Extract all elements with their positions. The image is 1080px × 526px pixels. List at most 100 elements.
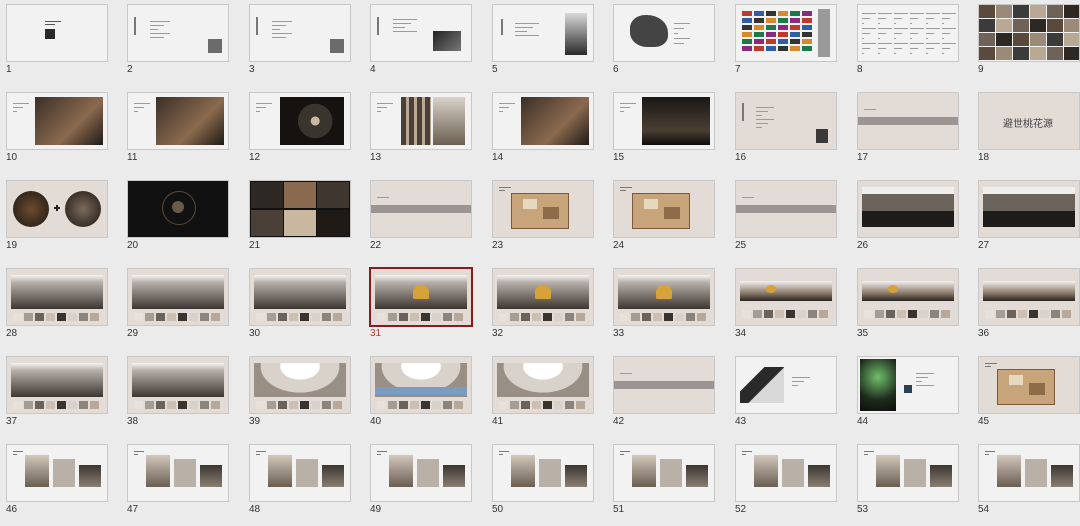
slide-thumbnail-9[interactable]: 9 xyxy=(978,4,1080,86)
slide-preview[interactable] xyxy=(857,92,959,150)
slide-thumbnail-8[interactable]: 8 xyxy=(857,4,959,86)
slide-preview[interactable] xyxy=(370,4,472,62)
slide-thumbnail-51[interactable]: 51 xyxy=(613,444,715,526)
slide-preview[interactable] xyxy=(370,180,472,238)
slide-preview[interactable] xyxy=(249,92,351,150)
slide-preview[interactable] xyxy=(978,268,1080,326)
slide-thumbnail-34[interactable]: 34 xyxy=(735,268,837,350)
slide-thumbnail-47[interactable]: 47 xyxy=(127,444,229,526)
slide-preview[interactable] xyxy=(978,444,1080,502)
slide-thumbnail-43[interactable]: 43 xyxy=(735,356,837,438)
slide-preview[interactable] xyxy=(735,444,837,502)
slide-thumbnail-28[interactable]: 28 xyxy=(6,268,108,350)
slide-preview[interactable] xyxy=(6,268,108,326)
slide-thumbnail-50[interactable]: 50 xyxy=(492,444,594,526)
slide-preview[interactable] xyxy=(857,4,959,62)
slide-preview[interactable] xyxy=(370,92,472,150)
slide-thumbnail-21[interactable]: 21 xyxy=(249,180,351,262)
slide-thumbnail-16[interactable]: 16 xyxy=(735,92,837,174)
slide-preview[interactable] xyxy=(735,268,837,326)
slide-thumbnail-49[interactable]: 49 xyxy=(370,444,472,526)
slide-preview[interactable] xyxy=(127,4,229,62)
slide-thumbnail-37[interactable]: 37 xyxy=(6,356,108,438)
slide-preview[interactable] xyxy=(127,444,229,502)
slide-thumbnail-44[interactable]: 44 xyxy=(857,356,959,438)
slide-preview[interactable] xyxy=(857,356,959,414)
slide-thumbnail-11[interactable]: 11 xyxy=(127,92,229,174)
slide-thumbnail-52[interactable]: 52 xyxy=(735,444,837,526)
slide-preview[interactable] xyxy=(492,92,594,150)
slide-preview[interactable] xyxy=(613,268,715,326)
slide-preview[interactable] xyxy=(735,356,837,414)
slide-preview[interactable] xyxy=(857,180,959,238)
slide-thumbnail-46[interactable]: 46 xyxy=(6,444,108,526)
slide-thumbnail-18[interactable]: 避世桃花源 18 xyxy=(978,92,1080,174)
slide-thumbnail-3[interactable]: 3 xyxy=(249,4,351,86)
slide-thumbnail-29[interactable]: 29 xyxy=(127,268,229,350)
slide-thumbnail-19[interactable]: 19 xyxy=(6,180,108,262)
slide-preview[interactable] xyxy=(613,92,715,150)
slide-preview[interactable] xyxy=(492,268,594,326)
slide-thumbnail-2[interactable]: 2 xyxy=(127,4,229,86)
slide-preview[interactable] xyxy=(857,444,959,502)
slide-preview[interactable] xyxy=(492,180,594,238)
slide-thumbnail-5[interactable]: 5 xyxy=(492,4,594,86)
slide-thumbnail-35[interactable]: 35 xyxy=(857,268,959,350)
slide-preview[interactable] xyxy=(6,356,108,414)
slide-thumbnail-23[interactable]: 23 xyxy=(492,180,594,262)
slide-preview[interactable] xyxy=(613,356,715,414)
slide-preview[interactable] xyxy=(369,267,473,327)
slide-preview[interactable] xyxy=(127,356,229,414)
slide-preview[interactable] xyxy=(613,444,715,502)
slide-preview[interactable] xyxy=(978,180,1080,238)
slide-thumbnail-15[interactable]: 15 xyxy=(613,92,715,174)
slide-thumbnail-48[interactable]: 48 xyxy=(249,444,351,526)
slide-thumbnail-13[interactable]: 13 xyxy=(370,92,472,174)
slide-preview[interactable] xyxy=(127,268,229,326)
slide-preview[interactable] xyxy=(249,444,351,502)
slide-thumbnail-53[interactable]: 53 xyxy=(857,444,959,526)
slide-thumbnail-31[interactable]: 31 xyxy=(369,267,473,350)
slide-preview[interactable] xyxy=(127,92,229,150)
slide-thumbnail-4[interactable]: 4 xyxy=(370,4,472,86)
slide-thumbnail-17[interactable]: 17 xyxy=(857,92,959,174)
slide-thumbnail-42[interactable]: 42 xyxy=(613,356,715,438)
slide-preview[interactable] xyxy=(6,4,108,62)
slide-preview[interactable] xyxy=(127,180,229,238)
slide-thumbnail-32[interactable]: 32 xyxy=(492,268,594,350)
slide-preview[interactable] xyxy=(6,444,108,502)
slide-thumbnail-36[interactable]: 36 xyxy=(978,268,1080,350)
slide-thumbnail-30[interactable]: 30 xyxy=(249,268,351,350)
slide-thumbnail-39[interactable]: 39 xyxy=(249,356,351,438)
slide-preview[interactable] xyxy=(370,356,472,414)
slide-preview[interactable] xyxy=(735,4,837,62)
slide-preview[interactable] xyxy=(370,444,472,502)
slide-thumbnail-6[interactable]: 6 xyxy=(613,4,715,86)
slide-preview[interactable] xyxy=(492,356,594,414)
slide-thumbnail-33[interactable]: 33 xyxy=(613,268,715,350)
slide-preview[interactable] xyxy=(735,92,837,150)
slide-preview[interactable] xyxy=(857,268,959,326)
slide-thumbnail-41[interactable]: 41 xyxy=(492,356,594,438)
slide-preview[interactable] xyxy=(613,4,715,62)
slide-thumbnail-38[interactable]: 38 xyxy=(127,356,229,438)
slide-thumbnail-10[interactable]: 10 xyxy=(6,92,108,174)
slide-preview[interactable] xyxy=(6,180,108,238)
slide-preview[interactable] xyxy=(249,180,351,238)
slide-thumbnail-7[interactable]: 7 xyxy=(735,4,837,86)
slide-preview[interactable] xyxy=(249,356,351,414)
slide-thumbnail-25[interactable]: 25 xyxy=(735,180,837,262)
slide-thumbnail-54[interactable]: 54 xyxy=(978,444,1080,526)
slide-preview[interactable] xyxy=(249,4,351,62)
slide-thumbnail-22[interactable]: 22 xyxy=(370,180,472,262)
slide-thumbnail-45[interactable]: 45 xyxy=(978,356,1080,438)
slide-thumbnail-40[interactable]: 40 xyxy=(370,356,472,438)
slide-preview[interactable]: 避世桃花源 xyxy=(978,92,1080,150)
slide-thumbnail-27[interactable]: 27 xyxy=(978,180,1080,262)
slide-thumbnail-1[interactable]: 1 xyxy=(6,4,108,86)
slide-preview[interactable] xyxy=(6,92,108,150)
slide-thumbnail-20[interactable]: 20 xyxy=(127,180,229,262)
slide-preview[interactable] xyxy=(492,4,594,62)
slide-preview[interactable] xyxy=(978,4,1080,62)
slide-thumbnail-26[interactable]: 26 xyxy=(857,180,959,262)
